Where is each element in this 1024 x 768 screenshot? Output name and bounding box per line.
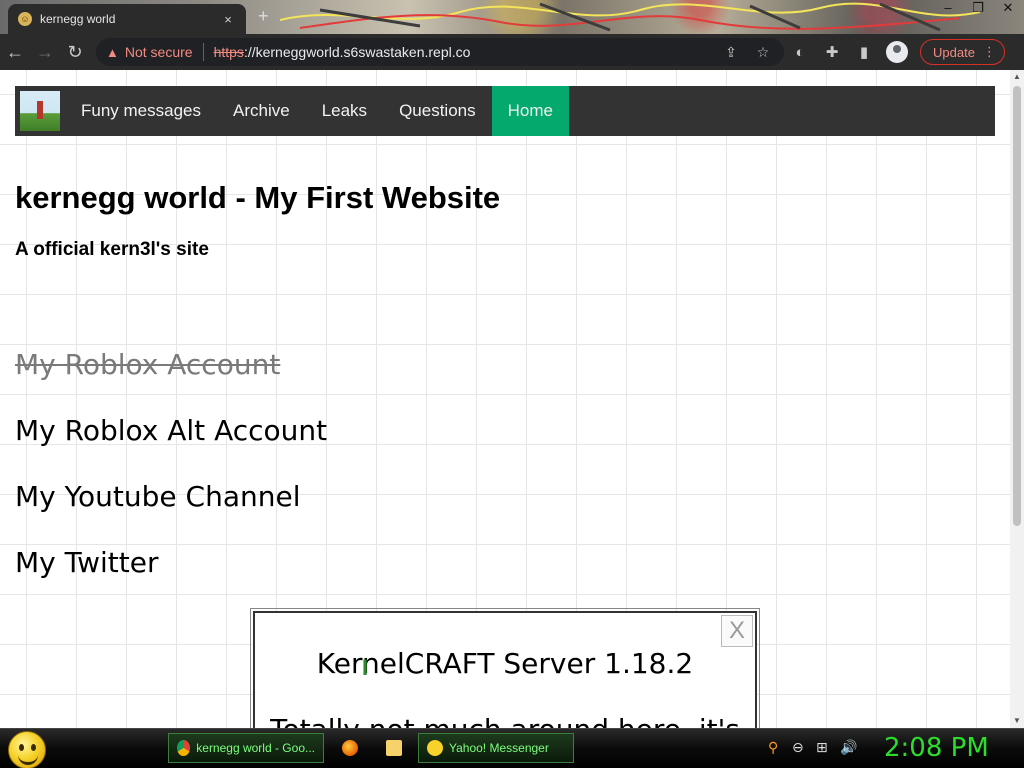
scroll-down-icon[interactable]: ▼ [1010, 714, 1024, 728]
volume-icon[interactable]: 🔊 [840, 739, 857, 756]
browser-tab[interactable]: ☺ kernegg world × [8, 4, 246, 34]
text-cursor-icon: I [362, 655, 369, 680]
chrome-icon [177, 740, 191, 756]
taskbar-clock[interactable]: 2:08 PM [884, 733, 989, 763]
puzzle-icon[interactable]: ✚ [816, 43, 848, 61]
menu-icon[interactable]: ⋮ [983, 44, 996, 60]
reload-icon[interactable]: ↻ [60, 37, 90, 67]
browser-toolbar: ← → ↻ ▲ Not secure https ://kerneggworld… [0, 34, 1024, 70]
link-roblox-alt-account[interactable]: My Roblox Alt Account [15, 414, 327, 447]
tab-close-icon[interactable]: × [220, 12, 236, 27]
page-subtitle: A official kern3l's site [15, 239, 209, 260]
nav-link-questions[interactable]: Questions [383, 86, 492, 136]
address-separator [202, 43, 204, 61]
extension-icon[interactable]: ◐ [784, 44, 816, 61]
server-popup: X KernelCRAFT Server 1.18.2 Totally not … [250, 608, 760, 728]
site-logo[interactable] [20, 91, 60, 131]
scrollbar-thumb[interactable] [1013, 86, 1021, 526]
share-icon[interactable]: ⇪ [720, 44, 742, 61]
site-navbar: Funy messages Archive Leaks Questions Ho… [15, 86, 995, 136]
profile-icon[interactable] [886, 41, 908, 63]
taskbar-item-label: kernegg world - Goo... [196, 741, 315, 755]
forward-icon[interactable]: → [30, 37, 60, 67]
nav-link-archive[interactable]: Archive [217, 86, 306, 136]
new-tab-button[interactable]: + [258, 6, 269, 27]
browser-tab-strip: ☺ kernegg world × + – ❐ ✕ [0, 0, 1024, 34]
popup-close-button[interactable]: X [721, 615, 753, 647]
tab-title: kernegg world [40, 12, 116, 26]
url-host: ://kerneggworld.s6swastaken.repl.co [243, 44, 471, 60]
taskbar-item-folder[interactable] [378, 733, 414, 763]
tray-status-icon[interactable]: ⊖ [792, 739, 804, 756]
web-page: Funy messages Archive Leaks Questions Ho… [0, 70, 1010, 728]
security-label[interactable]: Not secure [125, 44, 193, 60]
update-label: Update [933, 44, 975, 60]
taskbar-item-yahoo-messenger[interactable]: Yahoo! Messenger [418, 733, 574, 763]
scroll-up-icon[interactable]: ▲ [1010, 70, 1024, 84]
back-icon[interactable]: ← [0, 37, 30, 67]
taskbar-item-firefox[interactable] [334, 733, 370, 763]
sidepanel-icon[interactable]: ▮ [848, 43, 880, 61]
link-roblox-account[interactable]: My Roblox Account [15, 348, 280, 381]
wallpaper-scribble [280, 2, 980, 32]
folder-icon [386, 740, 402, 756]
popup-title: KernelCRAFT Server 1.18.2 [316, 647, 694, 680]
start-button[interactable] [8, 731, 46, 768]
close-window-icon[interactable]: ✕ [1000, 0, 1016, 16]
update-button[interactable]: Update ⋮ [920, 39, 1005, 65]
url-scheme: https [213, 44, 244, 60]
star-icon[interactable]: ☆ [752, 44, 774, 61]
nav-link-funy-messages[interactable]: Funy messages [65, 86, 217, 136]
taskbar-item-label: Yahoo! Messenger [449, 741, 549, 755]
link-twitter[interactable]: My Twitter [15, 546, 158, 579]
site-favicon-icon: ☺ [18, 12, 32, 26]
page-scrollbar[interactable]: ▲ ▼ [1010, 70, 1024, 728]
nav-link-leaks[interactable]: Leaks [306, 86, 383, 136]
address-bar[interactable]: ▲ Not secure https ://kerneggworld.s6swa… [96, 38, 784, 66]
network-icon[interactable]: ⊞ [816, 739, 828, 756]
nav-link-home[interactable]: Home [491, 86, 569, 136]
warning-icon[interactable]: ▲ [106, 45, 119, 60]
popup-body: Totally not much around here, it's [255, 713, 755, 728]
page-title: kernegg world - My First Website [15, 180, 501, 215]
link-youtube-channel[interactable]: My Youtube Channel [15, 480, 300, 513]
maximize-icon[interactable]: ❐ [970, 0, 986, 16]
firefox-icon [342, 740, 358, 756]
search-tray-icon[interactable]: ⚲ [768, 739, 778, 756]
minimize-icon[interactable]: – [940, 0, 956, 16]
yahoo-messenger-icon [427, 740, 443, 756]
window-controls: – ❐ ✕ [940, 0, 1016, 16]
os-taskbar: kernegg world - Goo... Yahoo! Messenger … [0, 728, 1024, 768]
taskbar-item-chrome[interactable]: kernegg world - Goo... [168, 733, 324, 763]
